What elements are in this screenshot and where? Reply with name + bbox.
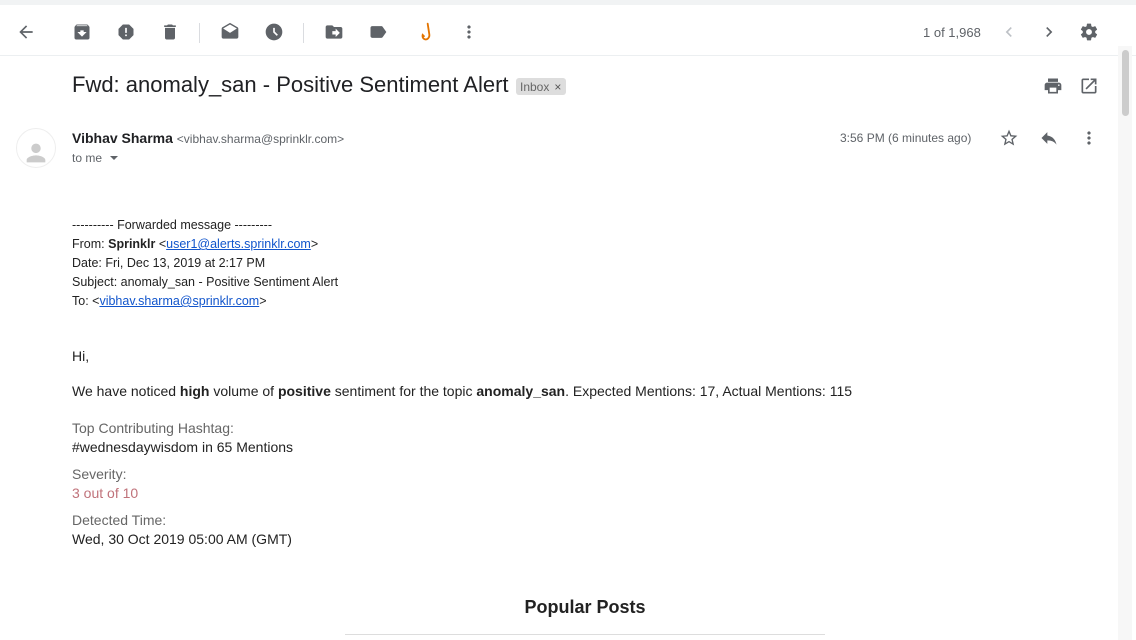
older-button[interactable] [1034,17,1064,47]
print-icon [1044,78,1062,94]
reply-button[interactable] [1038,127,1060,149]
sender-email: <vibhav.sharma@sprinklr.com> [176,132,345,146]
newer-button[interactable] [994,17,1024,47]
sentence-part: sentiment for the topic [330,383,477,399]
message-more-button[interactable] [1078,127,1100,149]
label-icon [370,26,387,38]
remove-label-icon[interactable]: × [554,80,561,94]
toolbar-divider [303,23,304,43]
detected-time-label: Detected Time: [72,512,167,528]
snooze-button[interactable] [259,17,289,47]
report-spam-button[interactable] [111,17,141,47]
more-actions-button[interactable] [454,17,484,47]
toolbar-divider [199,23,200,43]
arrow-back-icon [19,25,33,39]
forwarded-from: From: Sprinklr <user1@alerts.sprinklr.co… [72,235,338,254]
delete-button[interactable] [155,17,185,47]
email-subject: Fwd: anomaly_san - Positive Sentiment Al… [72,72,509,97]
avatar [16,128,56,168]
settings-button[interactable] [1074,17,1104,47]
report-spam-icon [118,24,134,40]
forwarded-divider: ---------- Forwarded message --------- [72,218,272,232]
popular-posts-heading: Popular Posts [524,597,646,617]
chevron-right-icon [1046,27,1053,37]
detected-time-value: Wed, 30 Oct 2019 05:00 AM (GMT) [72,531,292,547]
to-prefix: To: < [72,294,100,308]
recipient-details-toggle[interactable]: to me [72,151,119,165]
move-to-button[interactable] [319,17,349,47]
scrollbar-thumb[interactable] [1122,50,1129,116]
more-vert-icon [467,25,471,39]
hashtag-value: #wednesdaywisdom in 65 Mentions [72,439,294,455]
more-vert-icon [1087,131,1091,145]
back-button[interactable] [11,17,41,47]
archive-icon [74,24,90,40]
from-email-link[interactable]: user1@alerts.sprinklr.com [166,237,311,251]
star-button[interactable] [998,127,1020,149]
sentence-part: . Expected Mentions: 17, Actual Mentions… [565,383,853,399]
hashtag-label: Top Contributing Hashtag: [72,420,234,436]
alert-sentence: We have noticed high volume of positive … [72,383,852,399]
forwarded-header: ---------- Forwarded message --------- F… [72,216,338,311]
topic-name: anomaly_san [476,383,566,399]
snooze-clock-icon [265,23,283,41]
labels-button[interactable] [363,17,393,47]
open-in-new-icon [1081,78,1097,94]
sender-line: Vibhav Sharma <vibhav.sharma@sprinklr.co… [72,130,344,146]
severity-value: 3 out of 10 [72,485,139,501]
from-gt: > [310,237,319,251]
sentence-part: We have noticed [72,383,180,399]
forwarded-subject: Subject: anomaly_san - Positive Sentimen… [72,275,339,289]
reply-icon [1041,132,1057,145]
label-text: Inbox [520,80,550,94]
star-outline-icon [1000,129,1018,146]
move-to-icon [325,25,343,39]
volume-level: high [179,383,210,399]
forwarded-to: To: <vibhav.sharma@sprinklr.com> [72,292,338,311]
from-name: Sprinklr [108,237,156,251]
mark-unread-button[interactable] [215,17,245,47]
forwarded-date: Date: Fri, Dec 13, 2019 at 2:17 PM [72,256,266,270]
fishhook-addon-icon [421,22,431,41]
toolbar: 1 of 1,968 [0,0,1136,56]
scrollbar[interactable] [1118,46,1132,640]
to-gt: > [259,294,267,308]
to-email-link[interactable]: vibhav.sharma@sprinklr.com [99,294,259,308]
divider [345,634,825,635]
from-lt: < [155,237,167,251]
severity-label: Severity: [72,466,127,482]
caret-down-icon[interactable] [110,156,119,160]
mark-unread-icon [221,22,239,39]
email-timestamp: 3:56 PM (6 minutes ago) [840,131,972,145]
inbox-label-chip[interactable]: Inbox × [516,78,567,95]
addon-button[interactable] [411,17,441,47]
person-icon [26,143,46,163]
sender-name[interactable]: Vibhav Sharma [72,130,173,146]
delete-icon [164,24,176,40]
chevron-left-icon [1005,27,1012,37]
sentence-part: volume of [209,383,278,399]
archive-button[interactable] [67,17,97,47]
greeting: Hi, [72,348,90,364]
sentiment-type: positive [277,383,331,399]
to-me-label: to me [72,151,103,165]
pager-count: 1 of 1,968 [923,25,981,40]
print-all-button[interactable] [1042,75,1064,97]
open-new-window-button[interactable] [1078,75,1100,97]
gear-icon [1080,23,1098,41]
from-prefix: From: [72,237,109,251]
